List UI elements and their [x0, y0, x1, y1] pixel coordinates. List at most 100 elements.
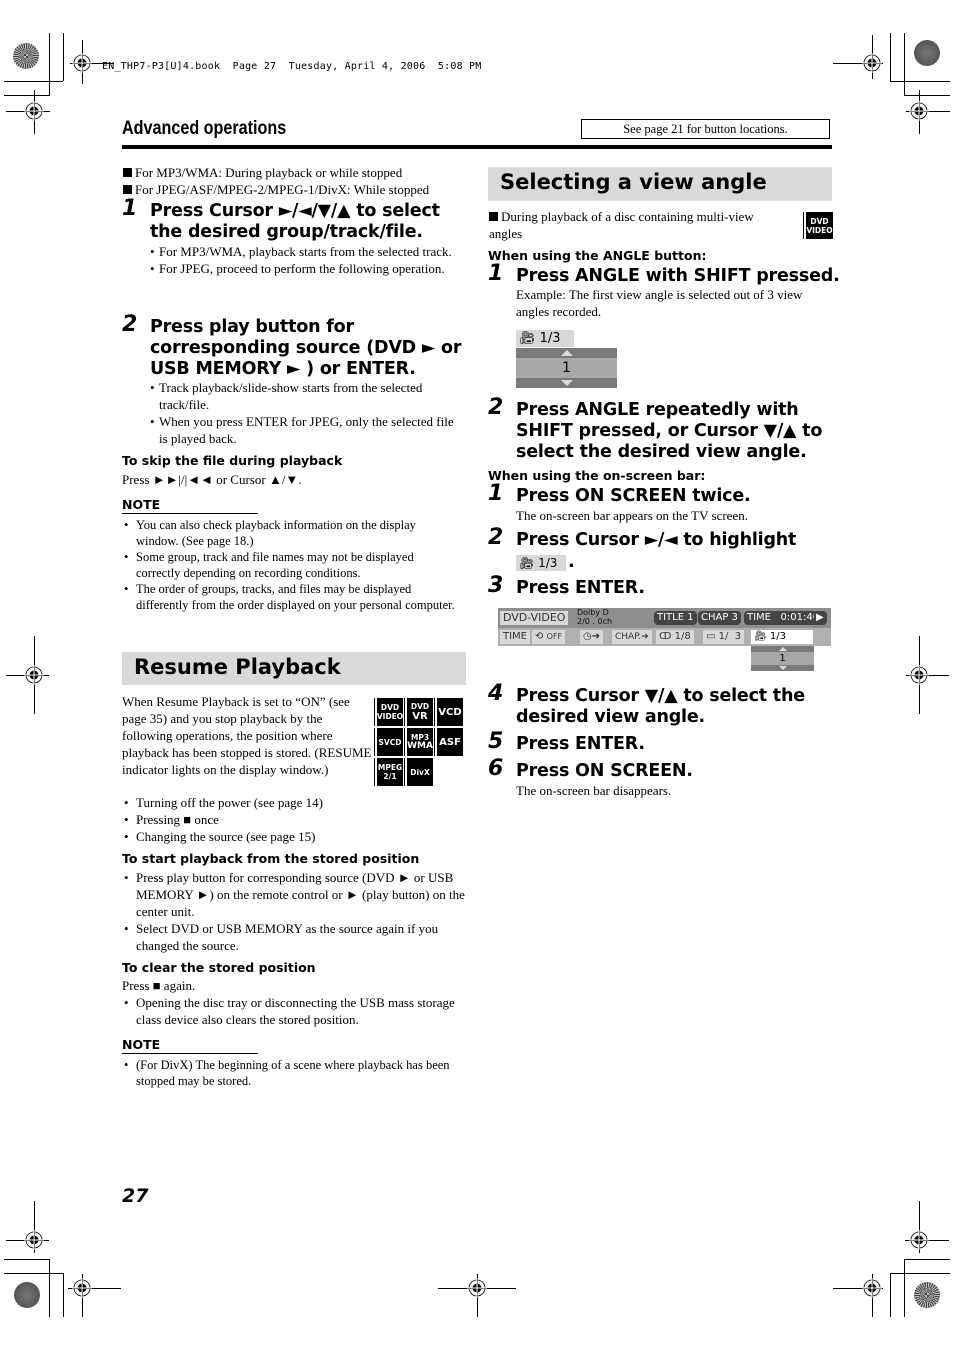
step-number: 3	[488, 573, 504, 598]
on-screen-bar: DVD-VIDEO Dolby D 2/0 . 0ch TITLE 1 CHAP …	[498, 608, 831, 646]
condition-jpeg: For JPEG/ASF/MPEG-2/MPEG-1/DivX: While s…	[123, 181, 429, 198]
list-item: Turning off the power (see page 14)	[122, 794, 462, 811]
step-2-heading: Press play button for corresponding sourc…	[150, 317, 462, 379]
arrow-up-icon	[560, 350, 573, 356]
list-item: When you press ENTER for JPEG, only the …	[150, 413, 455, 447]
crop-line	[49, 1259, 50, 1317]
osd-angle-spinner: 1	[516, 348, 617, 388]
crop-line	[4, 1273, 64, 1274]
badge-mp3-wma: MP3 WMA	[405, 728, 433, 756]
onscreen-step-6-detail: The on-screen bar disappears.	[516, 783, 672, 798]
list-item: Press play button for corresponding sour…	[122, 869, 467, 920]
onscreen-step-1-detail: The on-screen bar appears on the TV scre…	[516, 508, 748, 523]
registration-target-icon	[24, 101, 44, 121]
condition-mp3: For MP3/WMA: During playback or while st…	[123, 164, 402, 181]
onscreen-step-5-heading: Press ENTER.	[516, 734, 645, 754]
osd-time-search: ◷➔	[580, 630, 604, 644]
registration-target-icon	[862, 53, 882, 73]
badge-vcd: VCD	[435, 698, 463, 726]
disc-type-badges: DVD VIDEO DVD VR VCD SVCD MP3 WMA ASF MPEG 2…	[375, 698, 465, 786]
osd-angle-dropdown: 1	[751, 646, 814, 671]
angle-step-1-detail: Example: The first view angle is selecte…	[516, 287, 803, 319]
start-heading: To start playback from the stored positi…	[122, 851, 420, 866]
step-number: 2	[488, 395, 504, 420]
repeat-icon: ⟲	[535, 631, 544, 642]
crop-line	[890, 1273, 950, 1274]
arrow-up-icon	[778, 647, 787, 651]
badge-dvd-video: DVD VIDEO	[375, 698, 403, 726]
osd-audio-format: Dolby D 2/0 . 0ch	[577, 608, 613, 626]
onscreen-step-3-heading: Press ENTER.	[516, 578, 645, 598]
crop-line	[4, 1259, 50, 1260]
arrow-down-icon	[560, 380, 573, 386]
osd-title: TITLE 1	[654, 611, 697, 625]
list-item: (For DivX) The beginning of a scene wher…	[122, 1057, 457, 1089]
crop-line	[63, 1273, 64, 1317]
square-bullet-icon	[123, 168, 132, 177]
registration-target-icon	[24, 665, 44, 685]
registration-disc-top-left	[13, 43, 39, 69]
badge-dvd-vr: DVD VR	[405, 698, 433, 726]
start-bullets: Press play button for corresponding sour…	[122, 869, 467, 954]
osd-row-1: DVD-VIDEO Dolby D 2/0 . 0ch TITLE 1 CHAP …	[498, 608, 831, 627]
header-rule	[122, 145, 832, 149]
page-number: 27	[122, 1185, 149, 1207]
view-angle-condition: During playback of a disc containing mul…	[489, 209, 754, 241]
note-heading: NOTE	[122, 1037, 258, 1054]
onscreen-step-2-heading: Press Cursor ►/◄ to highlight	[516, 530, 797, 550]
onscreen-step-1-heading: Press ON SCREEN twice.	[516, 486, 751, 506]
registration-target-icon	[909, 101, 929, 121]
step-number: 4	[488, 681, 504, 706]
list-item: Opening the disc tray or disconnecting t…	[122, 994, 467, 1028]
registration-target-icon	[862, 1278, 882, 1298]
osd-source: DVD-VIDEO	[500, 611, 569, 625]
list-item: Pressing ■ once	[122, 811, 462, 828]
onscreen-step-6-heading: Press ON SCREEN.	[516, 761, 693, 781]
note-2-bullets: (For DivX) The beginning of a scene wher…	[122, 1057, 457, 1089]
angle-step-2-heading: Press ANGLE repeatedly with SHIFT pressed…	[516, 400, 823, 462]
camera-angle-icon: 🎥︎	[754, 631, 767, 642]
highlight-angle-label: 🎥︎ 1/3	[516, 555, 566, 571]
resume-playback-banner: Resume Playback	[122, 652, 466, 685]
resume-bullets: Turning off the power (see page 14) Pres…	[122, 794, 462, 845]
registration-target-icon	[909, 665, 929, 685]
angle-step-1-heading: Press ANGLE with SHIFT pressed.	[516, 266, 840, 286]
dropdown-value: 1	[751, 652, 814, 665]
crop-line	[4, 81, 63, 82]
registration-disc-top-right	[914, 40, 940, 66]
registration-disc-bottom-right	[914, 1282, 940, 1308]
square-bullet-icon	[489, 212, 498, 221]
subtitle-icon: ▭	[706, 631, 716, 642]
step-number: 2	[488, 525, 504, 550]
step-number: 1	[122, 196, 138, 221]
crop-line	[904, 1259, 905, 1317]
crop-line	[63, 33, 64, 81]
crop-line	[890, 81, 950, 82]
osd-time-mode: TIME	[500, 630, 531, 644]
square-bullet-icon	[123, 185, 132, 194]
arrow-down-icon	[778, 666, 787, 670]
osd-time: TIME 0:01:40	[744, 611, 823, 625]
clear-heading: To clear the stored position	[122, 960, 316, 975]
note-heading: NOTE	[122, 497, 258, 514]
registration-target-icon	[72, 1278, 92, 1298]
camera-angle-icon: 🎥︎	[519, 556, 535, 570]
crop-line	[49, 33, 50, 95]
period: .	[568, 552, 575, 572]
onscreen-heading: When using the on-screen bar:	[488, 468, 706, 483]
step-number: 1	[488, 481, 504, 506]
angle-value: 1	[516, 358, 617, 378]
osd-chapter-search: CHAP.➔	[612, 630, 652, 644]
list-item: Changing the source (see page 15)	[122, 828, 462, 845]
crop-line	[890, 1273, 891, 1317]
book-info: EN_THP7-P3[U]4.book Page 27 Tuesday, Apr…	[102, 61, 482, 72]
osd-angle: 🎥︎ 1/3	[751, 630, 813, 644]
osd-audio: ↀ 1/8	[656, 630, 694, 644]
badge-asf: ASF	[435, 728, 463, 756]
skip-heading: To skip the file during playback	[122, 453, 343, 468]
skip-text: Press ►►|/|◄◄ or Cursor ▲/▼.	[122, 472, 302, 487]
view-angle-banner: Selecting a view angle	[488, 167, 832, 201]
play-icon: ▶	[814, 611, 827, 625]
see-page-box: See page 21 for button locations.	[581, 119, 830, 139]
camera-angle-icon: 🎥︎	[519, 331, 536, 346]
